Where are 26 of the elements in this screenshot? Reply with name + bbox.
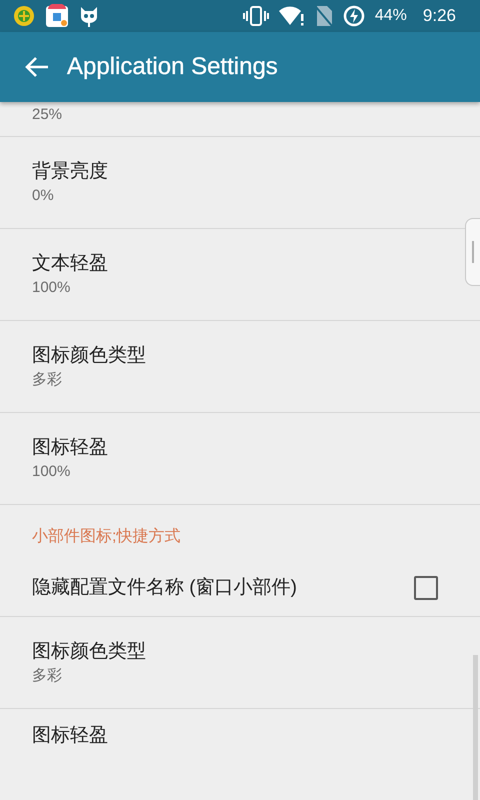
setting-value: 多彩 (32, 666, 63, 686)
cat-face-icon (79, 5, 99, 27)
setting-value: 0% (32, 186, 55, 206)
battery-charging-icon (342, 5, 365, 27)
setting-value: 100% (32, 278, 72, 298)
edge-handle[interactable] (465, 218, 480, 286)
setting-title: 图标颜色类型 (32, 344, 147, 368)
clock-time: 9:26 (422, 6, 456, 26)
screen-title: Application Settings (67, 53, 278, 81)
setting-title: 图标轻盈 (32, 436, 109, 460)
category-header: 小部件图标;快捷方式 (32, 528, 180, 545)
store-app-icon (45, 4, 69, 28)
setting-title: 文本轻盈 (32, 252, 109, 276)
setting-value: 100% (32, 462, 72, 482)
setting-title: 背景亮度 (32, 160, 109, 184)
battery-percentage: 44% (374, 7, 407, 25)
setting-title: 隐藏配置文件名称 (窗口小部件) (32, 576, 297, 600)
wifi-alert-icon (278, 6, 305, 26)
clover-app-icon (13, 5, 35, 27)
setting-value: 多彩 (32, 370, 63, 390)
setting-title: 图标轻盈 (32, 724, 109, 748)
no-sim-icon (314, 5, 333, 27)
vibrate-icon (242, 6, 269, 26)
setting-value: 25% (32, 105, 64, 125)
checkbox[interactable] (414, 576, 438, 600)
setting-title: 图标颜色类型 (32, 640, 147, 664)
